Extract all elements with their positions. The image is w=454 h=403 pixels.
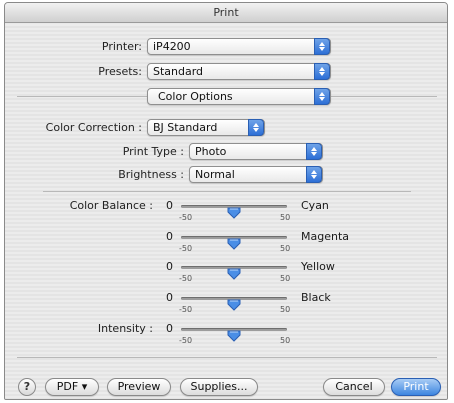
slider-max-label: 50 (280, 305, 291, 314)
printer-popup[interactable]: iP4200 (147, 38, 331, 55)
slider-track[interactable] (181, 297, 287, 311)
brightness-label: Brightness : (118, 168, 184, 181)
slider-value: 0 (166, 322, 173, 335)
brightness-value: Normal (195, 168, 235, 181)
footer-separator (17, 357, 437, 358)
updown-arrows-icon (306, 143, 322, 160)
print-button[interactable]: Print (391, 378, 441, 396)
slider-thumb-icon[interactable] (227, 299, 241, 311)
slider-label: Color Balance : (69, 199, 153, 212)
print-dialog: Print Printer: iP4200 Presets: Standard … (4, 2, 448, 400)
updown-arrows-icon (314, 38, 330, 55)
panel-row: Color Options (147, 88, 331, 105)
color-correction-popup[interactable]: BJ Standard (147, 119, 265, 136)
color-correction-value: BJ Standard (153, 121, 218, 134)
dialog-content: Printer: iP4200 Presets: Standard Color … (5, 24, 447, 399)
slider-min-label: -50 (179, 305, 193, 314)
slider-min-label: -50 (179, 274, 193, 283)
pdf-button[interactable]: PDF ▾ (45, 378, 99, 396)
color-correction-row: Color Correction : BJ Standard (5, 119, 265, 136)
print-type-row: Print Type : Photo (5, 143, 323, 160)
brightness-row: Brightness : Normal (5, 166, 323, 183)
slider-color-label: Magenta (301, 230, 350, 243)
slider-row: 0 -50 50 Yellow (5, 259, 447, 289)
slider-track[interactable] (181, 236, 287, 250)
slider-min-label: -50 (179, 213, 193, 222)
slider-row: 0 -50 50 Magenta (5, 229, 447, 259)
slider-color-label: Black (301, 291, 331, 304)
panel-value: Color Options (158, 90, 233, 103)
printer-label: Printer: (101, 40, 142, 53)
slider-max-label: 50 (280, 274, 291, 283)
slider-thumb-icon[interactable] (227, 207, 241, 219)
brightness-popup[interactable]: Normal (189, 166, 323, 183)
slider-max-label: 50 (280, 213, 291, 222)
print-type-label: Print Type : (122, 145, 184, 158)
slider-value: 0 (166, 260, 173, 273)
presets-row: Presets: Standard (5, 63, 331, 80)
window-title: Print (5, 3, 447, 23)
slider-color-label: Yellow (301, 260, 335, 273)
slider-thumb-icon[interactable] (227, 268, 241, 280)
slider-track[interactable] (181, 266, 287, 280)
slider-thumb-icon[interactable] (227, 238, 241, 250)
supplies-button[interactable]: Supplies... (180, 378, 258, 396)
slider-min-label: -50 (179, 244, 193, 253)
sliders-separator (43, 191, 411, 192)
slider-value: 0 (166, 230, 173, 243)
slider-color-label: Cyan (301, 199, 329, 212)
updown-arrows-icon (248, 119, 264, 136)
cancel-button[interactable]: Cancel (323, 378, 385, 396)
color-correction-label: Color Correction : (45, 121, 142, 134)
slider-max-label: 50 (280, 244, 291, 253)
panel-popup[interactable]: Color Options (147, 88, 331, 105)
slider-label: Intensity : (97, 322, 153, 335)
slider-min-label: -50 (179, 336, 193, 345)
slider-track[interactable] (181, 328, 287, 342)
slider-track[interactable] (181, 205, 287, 219)
print-type-value: Photo (195, 145, 227, 158)
preview-button[interactable]: Preview (107, 378, 171, 396)
print-type-popup[interactable]: Photo (189, 143, 323, 160)
slider-thumb-icon[interactable] (227, 330, 241, 342)
slider-row: Color Balance : 0 -50 50 Cyan (5, 198, 447, 228)
slider-row: Intensity : 0 -50 50 (5, 321, 447, 351)
slider-value: 0 (166, 199, 173, 212)
printer-value: iP4200 (153, 40, 191, 53)
printer-row: Printer: iP4200 (5, 38, 331, 55)
updown-arrows-icon (314, 63, 330, 80)
presets-popup[interactable]: Standard (147, 63, 331, 80)
slider-max-label: 50 (280, 336, 291, 345)
updown-arrows-icon (306, 166, 322, 183)
presets-value: Standard (153, 65, 204, 78)
updown-arrows-icon (314, 88, 330, 105)
slider-row: 0 -50 50 Black (5, 290, 447, 320)
slider-value: 0 (166, 291, 173, 304)
presets-label: Presets: (98, 65, 142, 78)
help-icon[interactable]: ? (18, 378, 36, 396)
